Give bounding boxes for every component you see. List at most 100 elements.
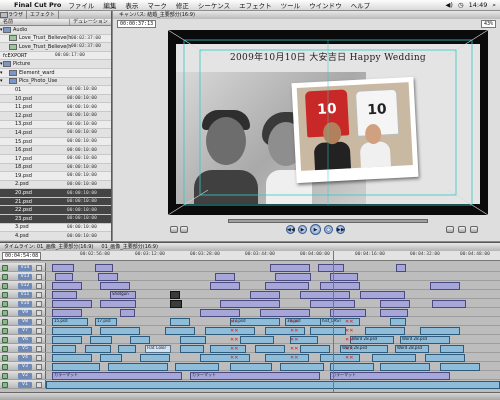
browser-row[interactable]: 16.psd 00:00:10:00 bbox=[0, 12, 111, 155]
timeline-clip[interactable] bbox=[52, 345, 76, 353]
track-visibility-toggle[interactable] bbox=[36, 319, 42, 325]
disclosure-triangle-icon[interactable]: ▾ bbox=[0, 78, 9, 84]
timeline-clip[interactable] bbox=[52, 282, 82, 290]
add-keyframe-button[interactable] bbox=[458, 226, 466, 233]
mark-in-button[interactable] bbox=[170, 226, 178, 233]
lock-icon[interactable] bbox=[2, 346, 8, 352]
timeline-clip[interactable] bbox=[310, 327, 346, 335]
timeline-clip[interactable] bbox=[170, 318, 190, 326]
column-duration[interactable]: デュレーション bbox=[70, 19, 108, 25]
timeline-clip[interactable] bbox=[200, 309, 240, 317]
canvas-tab[interactable]: キャンバス: 結婚_主要部分(16:9) bbox=[113, 11, 500, 19]
track-visibility-toggle[interactable] bbox=[36, 355, 42, 361]
menu-window[interactable]: ウインドウ bbox=[309, 0, 342, 10]
timeline-clip[interactable] bbox=[210, 345, 246, 353]
timeline-clip[interactable] bbox=[140, 354, 170, 362]
app-menu[interactable]: Final Cut Pro bbox=[14, 1, 61, 9]
menu-clock[interactable]: 14:49 bbox=[469, 1, 488, 9]
menu-edit[interactable]: 編集 bbox=[103, 0, 116, 10]
track-visibility-toggle[interactable] bbox=[36, 382, 42, 388]
timeline-clip[interactable] bbox=[300, 345, 330, 353]
timeline-clip[interactable]: Shotgun bbox=[110, 291, 136, 299]
timeline-clip[interactable]: 15.psd bbox=[52, 318, 88, 326]
match-frame-button[interactable] bbox=[470, 226, 478, 233]
menu-modify[interactable]: 修正 bbox=[176, 0, 189, 10]
video-track[interactable]: V4 ✕✕ ✕✕ ✕✕ bbox=[0, 353, 500, 362]
browser-row[interactable]: ▾ Picture bbox=[0, 60, 111, 69]
lock-icon[interactable] bbox=[2, 355, 8, 361]
timeline-clip[interactable] bbox=[170, 300, 182, 308]
timeline-clip[interactable] bbox=[320, 282, 360, 290]
timeline-clip[interactable]: Flat Color bbox=[145, 345, 171, 353]
play-button[interactable]: ▶ bbox=[310, 224, 321, 235]
lock-icon[interactable] bbox=[2, 265, 8, 271]
timeline-clip[interactable] bbox=[230, 363, 272, 371]
spotlight-icon[interactable]: ⌕ bbox=[492, 1, 496, 10]
lock-icon[interactable] bbox=[2, 292, 8, 298]
video-track[interactable]: V2 カラーマット カラーマット カラーマット bbox=[0, 371, 500, 380]
video-track[interactable]: V13 bbox=[0, 272, 500, 281]
column-name[interactable]: 名前 bbox=[0, 19, 70, 25]
timeline-clip[interactable] bbox=[52, 363, 100, 371]
play-around-button[interactable]: ○ bbox=[324, 225, 333, 234]
timeline-clip[interactable] bbox=[95, 264, 113, 272]
timeline-clip[interactable] bbox=[170, 291, 180, 299]
browser-row[interactable]: 20.psd 00:00:10:00 bbox=[0, 12, 111, 198]
timeline-clip[interactable] bbox=[90, 336, 112, 344]
browser-row[interactable]: 15.psd 00:00:10:00 bbox=[0, 12, 111, 147]
timeline-title[interactable]: タイムライン: 01_画像_主要部分(16:9) bbox=[4, 243, 93, 251]
timeline-clip[interactable] bbox=[180, 336, 206, 344]
timeline-clip[interactable] bbox=[330, 309, 366, 317]
timeline-clip[interactable] bbox=[440, 363, 480, 371]
video-track[interactable]: V8 15.psd 17.psd 37.psd 38.psd hist_LAST ✕✕ ✕✕ ✕… bbox=[0, 317, 500, 326]
timeline-clip[interactable] bbox=[265, 282, 309, 290]
lock-icon[interactable] bbox=[2, 364, 8, 370]
track-visibility-toggle[interactable] bbox=[36, 337, 42, 343]
timeline-clip[interactable] bbox=[100, 327, 140, 335]
browser-row[interactable]: 2.psd 00:00:10:00 bbox=[0, 12, 111, 190]
timeline-clip[interactable] bbox=[440, 345, 464, 353]
track-visibility-toggle[interactable] bbox=[36, 346, 42, 352]
timeline-clip[interactable] bbox=[390, 318, 406, 326]
video-track[interactable]: V6 Word 28.psd Word 28.psd ✕✕ ✕✕ ✕✕ bbox=[0, 335, 500, 344]
timeline-clip[interactable] bbox=[52, 291, 77, 299]
track-visibility-toggle[interactable] bbox=[36, 328, 42, 334]
timeline-clip[interactable] bbox=[425, 354, 465, 362]
browser-row[interactable]: ▾ Element_ward bbox=[0, 68, 111, 78]
browser-row[interactable]: 12.psd 00:00:10:00 bbox=[0, 12, 111, 121]
timeline-clip[interactable]: Word 28.psd bbox=[350, 336, 394, 344]
browser-row[interactable]: 01 00:00:10:00 bbox=[0, 12, 111, 95]
timeline-clip[interactable]: Word 28.psd bbox=[400, 336, 450, 344]
timeline-clip[interactable] bbox=[52, 336, 82, 344]
browser-row[interactable]: 21.psd 00:00:10:00 bbox=[0, 12, 111, 207]
lock-icon[interactable] bbox=[2, 310, 8, 316]
timeline-ruler[interactable]: 00:04:54:08 00:02:56:00 00:03:12:00 00:0… bbox=[0, 251, 500, 261]
timeline-clip[interactable] bbox=[52, 354, 92, 362]
timeline-clip[interactable] bbox=[100, 282, 130, 290]
timeline-clip[interactable] bbox=[200, 354, 250, 362]
timeline-clip[interactable] bbox=[215, 273, 235, 281]
browser-row[interactable]: 14.psd 00:00:10:00 bbox=[0, 12, 111, 138]
track-visibility-toggle[interactable] bbox=[36, 310, 42, 316]
lock-icon[interactable] bbox=[2, 373, 8, 379]
scrubber-bar[interactable] bbox=[228, 219, 428, 223]
timeline-clip[interactable] bbox=[300, 291, 350, 299]
timeline-clip[interactable] bbox=[118, 345, 136, 353]
timeline-clip[interactable] bbox=[165, 327, 195, 335]
timeline-timecode[interactable]: 00:04:54:08 bbox=[2, 252, 42, 260]
timeline-clip[interactable] bbox=[265, 354, 309, 362]
video-track[interactable]: V11 Shotgun bbox=[0, 290, 500, 299]
browser-row[interactable]: ▾ Audio bbox=[0, 26, 111, 35]
next-edit-button[interactable]: ▶▶ bbox=[336, 225, 345, 234]
video-track[interactable]: V3 bbox=[0, 362, 500, 371]
add-marker-button[interactable] bbox=[446, 226, 454, 233]
video-track[interactable]: V7 ✕✕ ✕✕ ✕✕ bbox=[0, 326, 500, 335]
timeline-clip[interactable] bbox=[98, 273, 118, 281]
lock-icon[interactable] bbox=[2, 382, 8, 388]
timeline-clip[interactable] bbox=[120, 309, 135, 317]
timeline-clip[interactable] bbox=[320, 354, 360, 362]
menu-file[interactable]: ファイル bbox=[68, 0, 94, 10]
timeline-clip[interactable] bbox=[255, 345, 285, 353]
timeline-clip[interactable] bbox=[85, 345, 111, 353]
play-in-out-button[interactable]: ▶ bbox=[298, 225, 307, 234]
